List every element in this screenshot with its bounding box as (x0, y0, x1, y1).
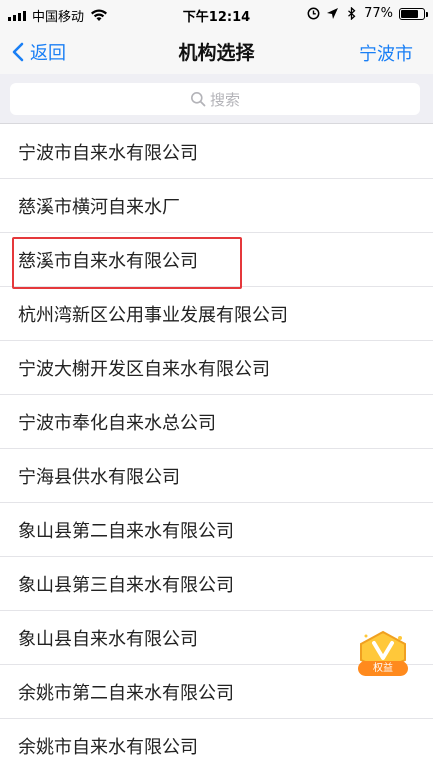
status-bar: 中国移动 下午12:14 77% (0, 0, 433, 28)
list-item[interactable]: 杭州湾新区公用事业发展有限公司 (0, 287, 433, 341)
list-item-label: 宁波大榭开发区自来水有限公司 (18, 358, 270, 380)
list-item-label: 宁波市自来水有限公司 (18, 142, 198, 164)
list-item[interactable]: 宁波市奉化自来水总公司 (0, 395, 433, 449)
back-button[interactable]: 返回 (12, 39, 66, 65)
list-item-label: 宁海县供水有限公司 (18, 466, 180, 488)
list-item[interactable]: 宁波大榭开发区自来水有限公司 (0, 341, 433, 395)
status-right: 77% (307, 6, 428, 21)
battery-icon (399, 7, 428, 20)
list-item[interactable]: 宁海县供水有限公司 (0, 449, 433, 503)
list-item-label: 余姚市第二自来水有限公司 (18, 682, 234, 704)
back-label: 返回 (30, 43, 66, 64)
city-selector-button[interactable]: 宁波市 (359, 40, 413, 66)
list-item-label: 慈溪市自来水有限公司 (18, 250, 198, 272)
bluetooth-icon (348, 7, 356, 20)
search-icon (190, 92, 206, 107)
search-placeholder: 搜索 (209, 90, 240, 109)
list-item-highlighted[interactable]: 慈溪市自来水有限公司 (0, 233, 433, 289)
list-item-label: 余姚市自来水有限公司 (18, 736, 198, 758)
list-item[interactable]: 余姚市自来水有限公司 (0, 719, 433, 763)
list-item-label: 象山县第二自来水有限公司 (18, 520, 234, 542)
rights-badge[interactable]: 权益 (352, 630, 414, 686)
battery-fill (401, 9, 418, 18)
alarm-icon (307, 7, 320, 20)
list-item-label: 象山县自来水有限公司 (18, 628, 198, 650)
list-item-label: 象山县第三自来水有限公司 (18, 574, 234, 596)
list-item-label: 杭州湾新区公用事业发展有限公司 (18, 304, 288, 326)
battery-percent: 77% (364, 6, 393, 21)
list-item[interactable]: 慈溪市横河自来水厂 (0, 179, 433, 233)
list-item[interactable]: 宁波市自来水有限公司 (0, 125, 433, 179)
list-item[interactable]: 象山县第二自来水有限公司 (0, 503, 433, 557)
search-bar: 搜索 (0, 74, 433, 124)
list-item[interactable]: 象山县第三自来水有限公司 (0, 557, 433, 611)
search-input[interactable]: 搜索 (10, 83, 420, 115)
badge-label: 权益 (358, 661, 408, 676)
location-icon (327, 8, 339, 19)
list-item-label: 慈溪市横河自来水厂 (18, 196, 180, 218)
chevron-left-icon (12, 42, 24, 62)
nav-bar: 返回 机构选择 宁波市 (0, 28, 433, 74)
list-item-label: 宁波市奉化自来水总公司 (18, 412, 216, 434)
